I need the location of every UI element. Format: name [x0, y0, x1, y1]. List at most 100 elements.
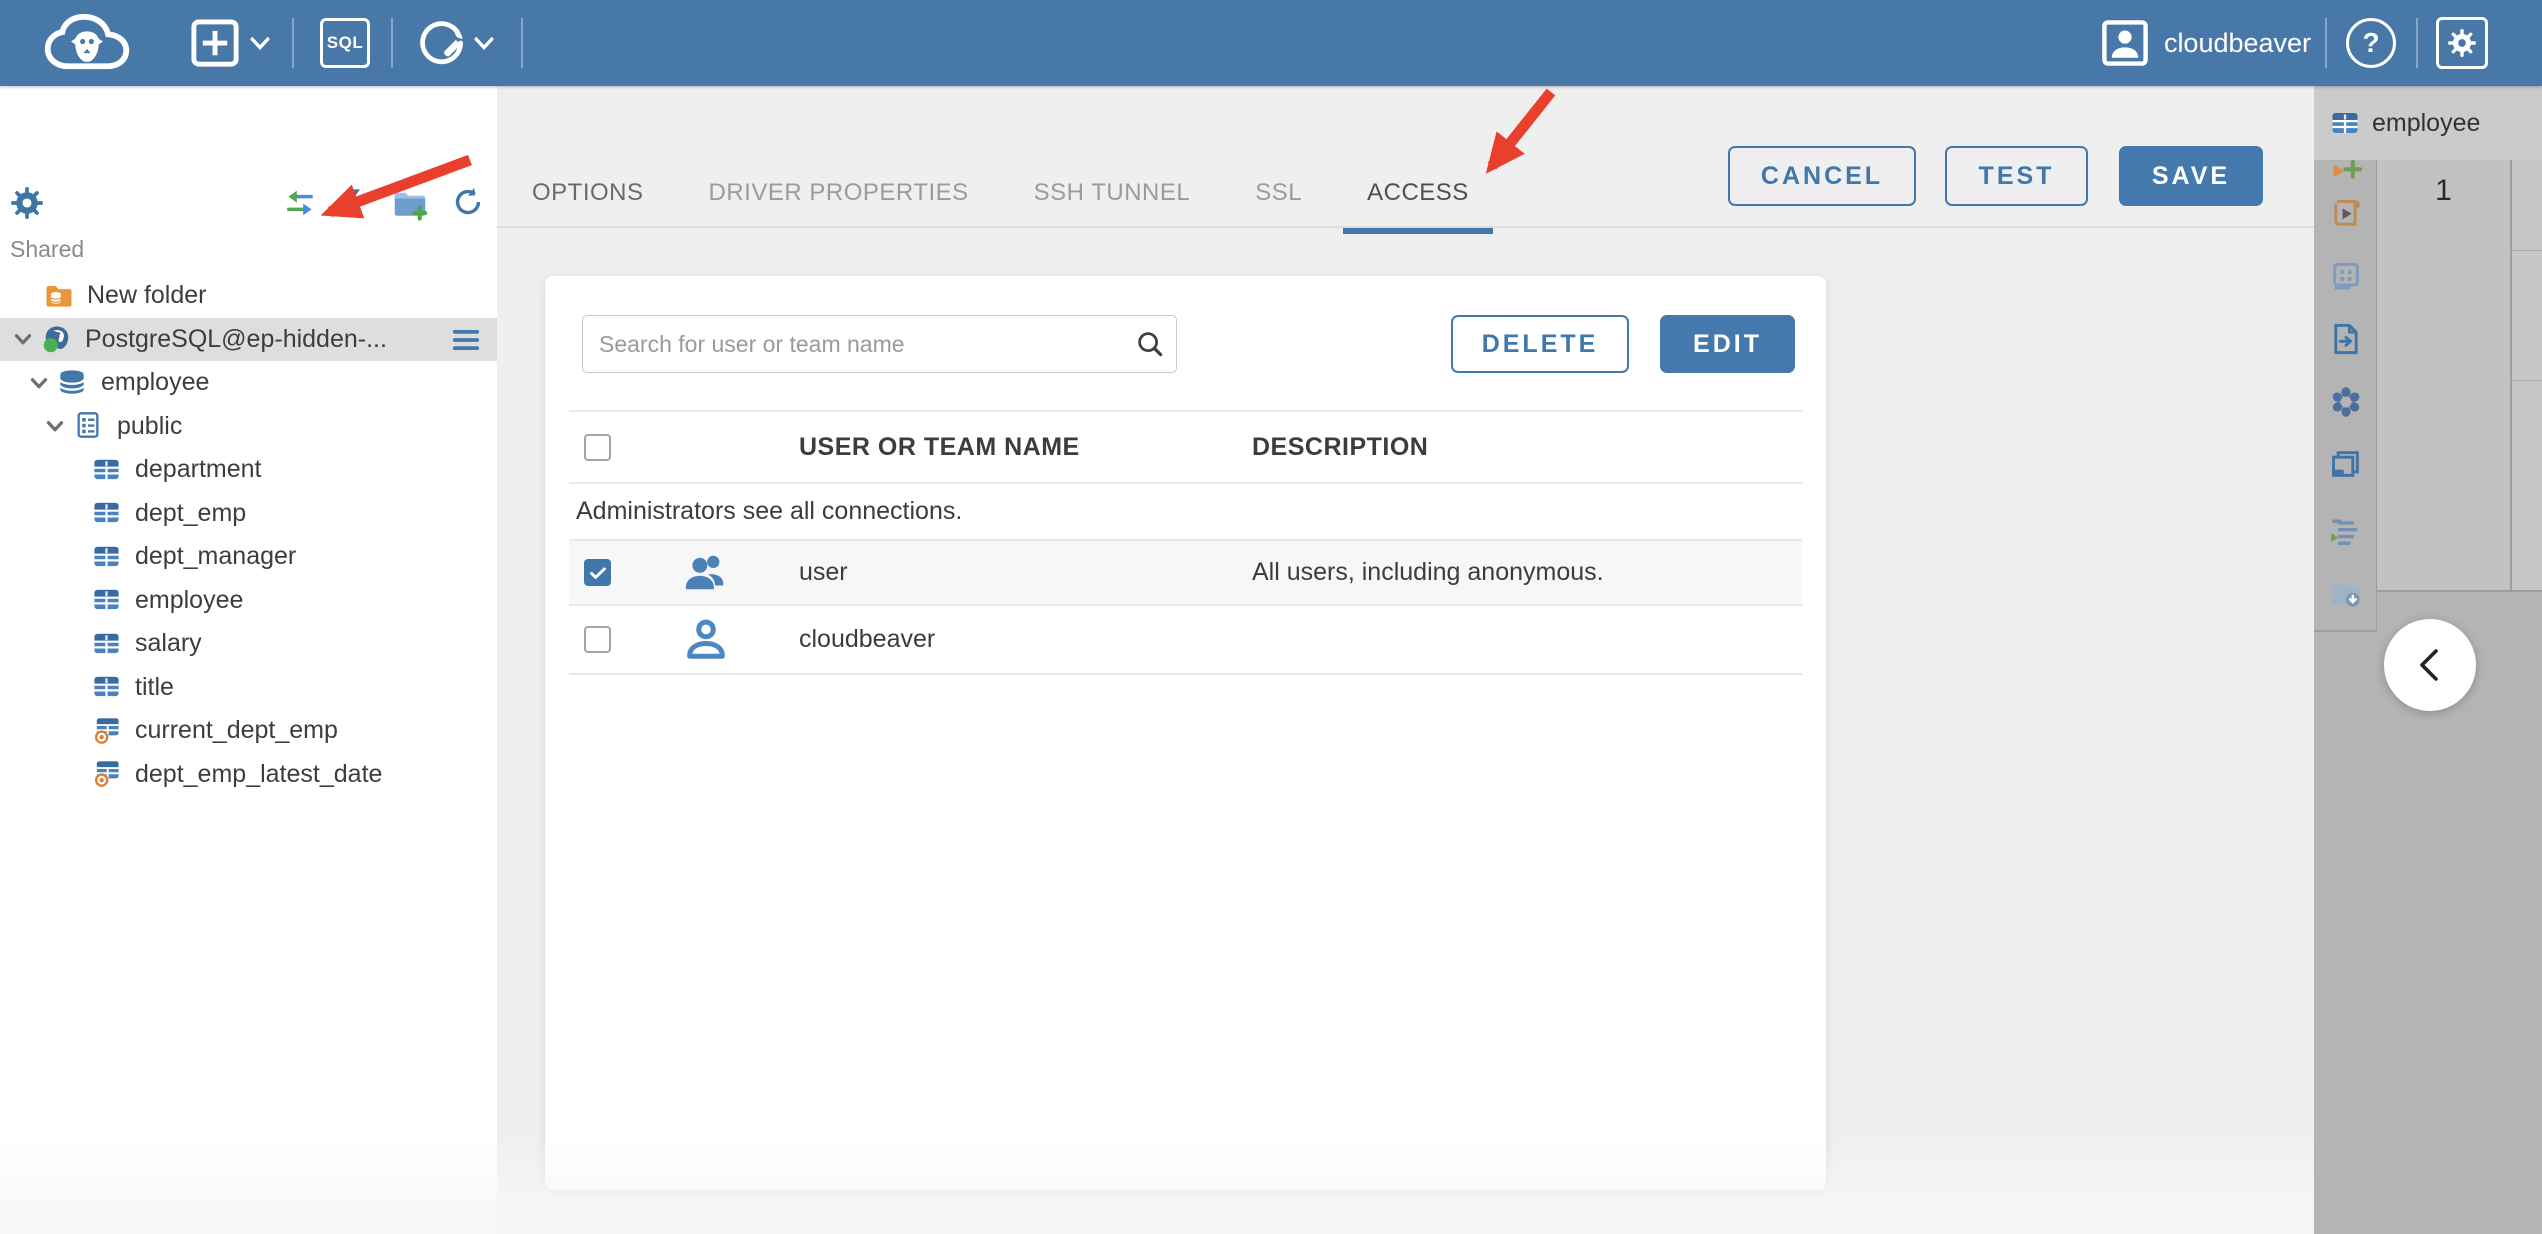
- result-grid-column: [2511, 160, 2542, 590]
- table-icon: [2330, 108, 2360, 138]
- tree-item-table-department[interactable]: department: [0, 448, 497, 492]
- table-icon: [92, 498, 122, 528]
- add-folder-button[interactable]: [392, 186, 426, 220]
- driver-tools-button[interactable]: [412, 0, 468, 86]
- test-button[interactable]: TEST: [1945, 146, 2088, 206]
- tree-item-table-dept-emp[interactable]: dept_emp: [0, 492, 497, 536]
- execute-script-icon[interactable]: [2329, 197, 2363, 231]
- save-button[interactable]: SAVE: [2119, 146, 2263, 206]
- sql-editor-button[interactable]: SQL: [320, 0, 370, 86]
- chevron-left-icon: [2420, 649, 2438, 681]
- tree-item-label: salary: [135, 629, 202, 658]
- tree-item-label: employee: [135, 585, 244, 614]
- node-menu-icon[interactable]: [451, 325, 481, 355]
- save-to-folder-icon[interactable]: [2329, 576, 2363, 610]
- grid-divider: [2510, 160, 2512, 590]
- grid-line: [2510, 250, 2542, 251]
- topbar-divider: [2325, 18, 2327, 68]
- tree-item-postgresql-connection[interactable]: PostgreSQL@ep-hidden-...: [0, 317, 497, 361]
- sync-arrows-icon: [283, 186, 317, 220]
- tree-item-label: dept_manager: [135, 542, 297, 571]
- tree-item-table-salary[interactable]: salary: [0, 622, 497, 666]
- topbar-divider: [521, 18, 523, 68]
- table-icon: [92, 542, 122, 572]
- export-document-icon[interactable]: [2329, 322, 2363, 356]
- view-icon: [92, 716, 122, 746]
- tab-ssl[interactable]: SSL: [1231, 160, 1326, 228]
- cloudbeaver-logo[interactable]: [32, 0, 142, 86]
- new-connection-dropdown-icon[interactable]: [246, 0, 274, 86]
- new-connection-button[interactable]: [185, 0, 245, 86]
- refresh-button[interactable]: [452, 186, 486, 220]
- row-name: cloudbeaver: [799, 625, 936, 653]
- row-checkbox[interactable]: [584, 626, 611, 653]
- tree-item-view-dept-emp-latest-date[interactable]: dept_emp_latest_date: [0, 753, 497, 797]
- chevron-down-icon[interactable]: [40, 411, 70, 441]
- tree-item-label: title: [135, 672, 174, 701]
- tab-driver-properties[interactable]: DRIVER PROPERTIES: [685, 160, 993, 228]
- row-number-cell: 1: [2435, 174, 2452, 207]
- connection-dialog-tabs: OPTIONS DRIVER PROPERTIES SSH TUNNEL SSL…: [508, 160, 1510, 234]
- chevron-down-icon[interactable]: [8, 324, 38, 354]
- tree-item-schema-public[interactable]: public: [0, 405, 497, 449]
- gear-icon: [10, 186, 44, 220]
- cancel-button[interactable]: CANCEL: [1728, 146, 1916, 206]
- link-with-editor-button[interactable]: [283, 186, 317, 220]
- bottom-fade-overlay: [0, 1139, 2314, 1234]
- user-name-label: cloudbeaver: [2163, 27, 2312, 58]
- help-button[interactable]: ?: [2346, 0, 2396, 86]
- tree-item-database-employee[interactable]: employee: [0, 361, 497, 405]
- user-menu[interactable]: cloudbeaver: [2160, 0, 2315, 86]
- chevron-down-icon[interactable]: [24, 368, 54, 398]
- tab-ssh-tunnel[interactable]: SSH TUNNEL: [1010, 160, 1215, 228]
- add-item-icon[interactable]: [2329, 158, 2363, 192]
- data-editor-panel: employee 1: [2314, 86, 2542, 1234]
- tree-item-table-title[interactable]: title: [0, 666, 497, 710]
- tree-item-label: department: [135, 455, 262, 484]
- execution-log-icon[interactable]: [2329, 515, 2363, 549]
- user-icon: [683, 617, 729, 663]
- tab-access[interactable]: ACCESS: [1343, 160, 1493, 234]
- select-all-checkbox[interactable]: [584, 433, 611, 461]
- collapse-panel-button[interactable]: [2384, 619, 2476, 711]
- help-icon: ?: [2362, 27, 2380, 58]
- topbar-divider: [2416, 18, 2418, 68]
- schema-icon: [74, 411, 104, 441]
- tree-item-new-folder[interactable]: New folder: [0, 274, 497, 318]
- table-icon: [92, 629, 122, 659]
- table-row[interactable]: cloudbeaver: [569, 606, 1802, 675]
- team-icon: [683, 550, 729, 596]
- delete-button[interactable]: DELETE: [1451, 315, 1629, 373]
- tree-section-label: Shared: [10, 236, 85, 262]
- tree-item-table-employee[interactable]: employee: [0, 579, 497, 623]
- column-header-name: USER OR TEAM NAME: [799, 432, 1080, 461]
- tree-item-table-dept-manager[interactable]: dept_manager: [0, 535, 497, 579]
- open-panel-icon[interactable]: [2329, 447, 2363, 481]
- driver-tools-dropdown-icon[interactable]: [470, 0, 498, 86]
- navigator-settings-button[interactable]: [10, 186, 44, 220]
- tab-employee-table[interactable]: employee: [2314, 86, 2542, 160]
- table-header-row: USER OR TEAM NAME DESCRIPTION: [569, 410, 1802, 484]
- topbar-divider: [391, 18, 393, 68]
- column-header-description: DESCRIPTION: [1252, 432, 1429, 461]
- tree-item-view-current-dept-emp[interactable]: current_dept_emp: [0, 709, 497, 753]
- data-editor-toolbar: [2314, 160, 2377, 630]
- tab-options[interactable]: OPTIONS: [508, 160, 668, 228]
- grid-view-icon[interactable]: [2329, 260, 2363, 294]
- toolbar-bottom-line: [2314, 630, 2377, 632]
- edit-button[interactable]: EDIT: [1660, 315, 1795, 373]
- user-avatar-icon[interactable]: [2098, 0, 2152, 86]
- collapse-all-button[interactable]: [338, 186, 372, 220]
- access-table: USER OR TEAM NAME DESCRIPTION Administra…: [569, 410, 1802, 675]
- admin-notice-row: Administrators see all connections.: [569, 484, 1802, 541]
- settings-button[interactable]: [2436, 0, 2488, 86]
- gear-icon: [2446, 27, 2478, 59]
- tree-item-label: public: [117, 411, 183, 440]
- database-tree: New folder PostgreSQL@ep-hidden-... empl…: [0, 274, 497, 796]
- table-row[interactable]: user All users, including anonymous.: [569, 541, 1802, 606]
- ai-assistant-icon[interactable]: [2329, 385, 2363, 419]
- row-description: All users, including anonymous.: [1252, 558, 1604, 586]
- row-checkbox-checked[interactable]: [584, 559, 611, 586]
- topbar-divider: [292, 18, 294, 68]
- search-input[interactable]: [582, 315, 1177, 373]
